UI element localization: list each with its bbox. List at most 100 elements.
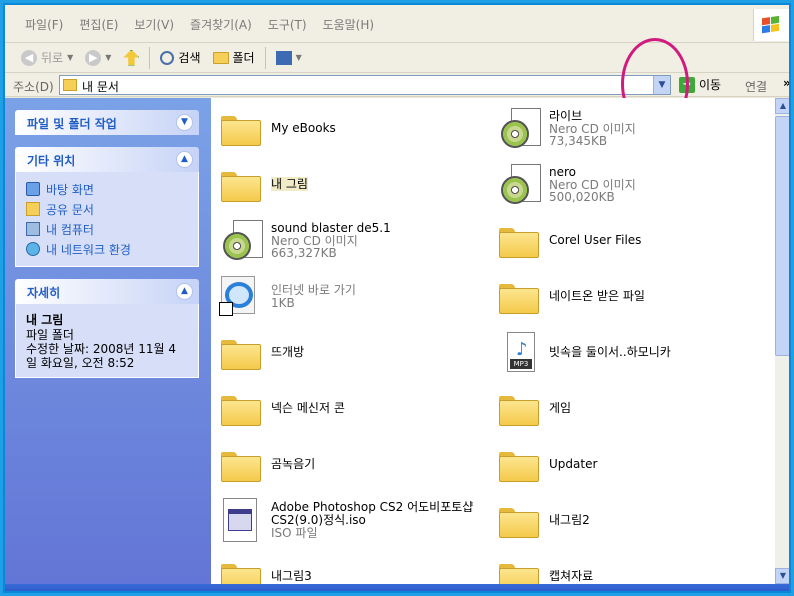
folder-icon — [217, 552, 265, 584]
mp3-file-icon: ♪ MP3 — [495, 328, 543, 376]
other-places-panel: 기타 위치 ▲ 바탕 화면 공유 문서 내 컴퓨터 내 네트워크 환경 — [15, 147, 199, 267]
expand-icon[interactable]: ▼ — [176, 114, 193, 131]
list-item[interactable]: Updater — [495, 440, 597, 488]
list-item[interactable]: ♪ MP3 빗속을 둘이서..하모니카 — [495, 328, 671, 376]
folder-icon — [495, 216, 543, 264]
panel-header[interactable]: 파일 및 폴더 작업 ▼ — [15, 110, 199, 135]
vertical-scrollbar[interactable]: ▲ ▼ — [775, 98, 789, 584]
list-item[interactable]: sound blaster de5.1 Nero CD 이미지 663,327K… — [217, 216, 391, 264]
address-value: 내 문서 — [82, 80, 119, 94]
network-icon — [26, 242, 40, 256]
list-item[interactable]: 내그림2 — [495, 496, 590, 544]
scroll-down-button[interactable]: ▼ — [775, 568, 789, 584]
folder-icon — [495, 496, 543, 544]
address-input[interactable]: 내 문서 ▼ — [59, 75, 671, 95]
toolbar-divider — [149, 46, 151, 69]
place-network[interactable]: 내 네트워크 환경 — [26, 239, 188, 259]
back-arrow-icon: ◀ — [21, 49, 37, 66]
details-name: 내 그림 — [26, 313, 64, 327]
search-button[interactable]: 검색 — [154, 46, 206, 70]
views-icon — [275, 50, 292, 65]
details-modified-cont: 일 화요일, 오전 8:52 — [26, 356, 135, 370]
folder-icon — [495, 552, 543, 584]
details-type: 파일 폴더 — [26, 328, 74, 342]
collapse-icon[interactable]: ▲ — [176, 151, 193, 168]
file-list: My eBooks 내 그림 sound blaster de5.1 Nero … — [211, 98, 775, 584]
other-places-list: 바탕 화면 공유 문서 내 컴퓨터 내 네트워크 환경 — [15, 172, 199, 267]
list-item[interactable]: Corel User Files — [495, 216, 641, 264]
chevron-down-icon: ▼ — [295, 53, 302, 62]
taskbar — [5, 584, 789, 591]
list-item[interactable]: 인터넷 바로 가기 1KB — [217, 272, 356, 320]
desktop-icon — [26, 182, 40, 196]
list-item[interactable]: 게임 — [495, 384, 571, 432]
menu-edit[interactable]: 편집(E) — [71, 16, 126, 33]
details-body: 내 그림 파일 폴더 수정한 날짜: 2008년 11월 4 일 화요일, 오전… — [15, 304, 199, 378]
cd-image-icon — [495, 104, 543, 152]
views-button[interactable]: ▼ — [270, 46, 308, 70]
folder-icon — [217, 328, 265, 376]
panel-header[interactable]: 자세히 ▲ — [15, 279, 199, 304]
folder-icon — [217, 384, 265, 432]
scroll-thumb[interactable] — [775, 116, 789, 356]
list-item[interactable]: 캡쳐자료 — [495, 552, 593, 584]
list-item[interactable]: 내그림3 — [217, 552, 312, 584]
menu-bar: 파일(F) 편집(E) 보기(V) 즐겨찾기(A) 도구(T) 도움말(H) — [5, 5, 789, 43]
panel-header[interactable]: 기타 위치 ▲ — [15, 147, 199, 172]
menu-favorites[interactable]: 즐겨찾기(A) — [182, 16, 260, 33]
place-desktop[interactable]: 바탕 화면 — [26, 179, 188, 199]
iso-file-icon — [217, 496, 265, 544]
details-modified: 수정한 날짜: 2008년 11월 4 — [26, 342, 177, 356]
folder-icon — [495, 272, 543, 320]
list-item[interactable]: 네이트온 받은 파일 — [495, 272, 645, 320]
forward-arrow-icon: ▶ — [85, 49, 102, 66]
menu-file[interactable]: 파일(F) — [17, 16, 71, 33]
folder-icon — [495, 384, 543, 432]
list-item[interactable]: nero Nero CD 이미지 500,020KB — [495, 160, 636, 208]
chevron-down-icon: ▼ — [105, 53, 112, 62]
list-item[interactable]: 곰녹음기 — [217, 440, 315, 488]
scroll-up-button[interactable]: ▲ — [775, 98, 789, 114]
search-icon — [160, 50, 175, 65]
more-links-button[interactable]: » — [783, 76, 789, 90]
computer-icon — [26, 222, 40, 236]
pictures-folder-icon — [217, 160, 265, 208]
internet-shortcut-icon — [217, 272, 265, 320]
folders-button[interactable]: 폴더 — [207, 46, 261, 70]
address-label: 주소(D) — [13, 80, 54, 94]
list-item[interactable]: 내 그림 — [217, 160, 308, 208]
file-folder-tasks-panel: 파일 및 폴더 작업 ▼ — [15, 110, 199, 135]
list-item[interactable]: 라이브 Nero CD 이미지 73,345KB — [495, 104, 636, 152]
menu-tools[interactable]: 도구(T) — [260, 16, 315, 33]
address-bar: 주소(D) 내 문서 ▼ ➜ 이동 연결 » — [5, 73, 789, 97]
shared-folder-icon — [26, 202, 40, 216]
list-item[interactable]: 넥슨 메신저 콘 — [217, 384, 345, 432]
forward-button[interactable]: ▶ ▼ — [79, 46, 117, 70]
menu-help[interactable]: 도움말(H) — [315, 16, 383, 33]
folder-icon — [495, 440, 543, 488]
list-item[interactable]: Adobe Photoshop CS2 어도비포토샵 CS2(9.0)정식.is… — [217, 496, 473, 544]
up-folder-button[interactable] — [117, 46, 145, 70]
cd-image-icon — [217, 216, 265, 264]
list-item[interactable]: 뜨개방 — [217, 328, 304, 376]
address-dropdown-button[interactable]: ▼ — [653, 76, 670, 94]
toolbar: ◀ 뒤로 ▼ ▶ ▼ 검색 폴더 ▼ — [5, 43, 789, 73]
windows-logo-icon — [753, 9, 789, 41]
menu-view[interactable]: 보기(V) — [126, 16, 182, 33]
folder-icon — [212, 51, 229, 64]
folder-icon — [217, 440, 265, 488]
details-panel: 자세히 ▲ 내 그림 파일 폴더 수정한 날짜: 2008년 11월 4 일 화… — [15, 279, 199, 378]
explorer-window: 파일(F) 편집(E) 보기(V) 즐겨찾기(A) 도구(T) 도움말(H) ◀… — [3, 3, 791, 593]
go-button[interactable]: ➜ 이동 — [679, 76, 721, 93]
back-button[interactable]: ◀ 뒤로 ▼ — [15, 46, 79, 70]
chevron-down-icon: ▼ — [67, 53, 74, 62]
go-arrow-icon: ➜ — [679, 76, 695, 93]
collapse-icon[interactable]: ▲ — [176, 283, 193, 300]
folder-icon — [217, 104, 265, 152]
links-button[interactable]: 연결 — [745, 78, 767, 95]
list-item[interactable]: My eBooks — [217, 104, 336, 152]
place-shared-documents[interactable]: 공유 문서 — [26, 199, 188, 219]
toolbar-divider — [264, 46, 266, 69]
task-pane: 파일 및 폴더 작업 ▼ 기타 위치 ▲ 바탕 화면 공유 문서 내 컴퓨터 내… — [5, 98, 211, 584]
place-my-computer[interactable]: 내 컴퓨터 — [26, 219, 188, 239]
